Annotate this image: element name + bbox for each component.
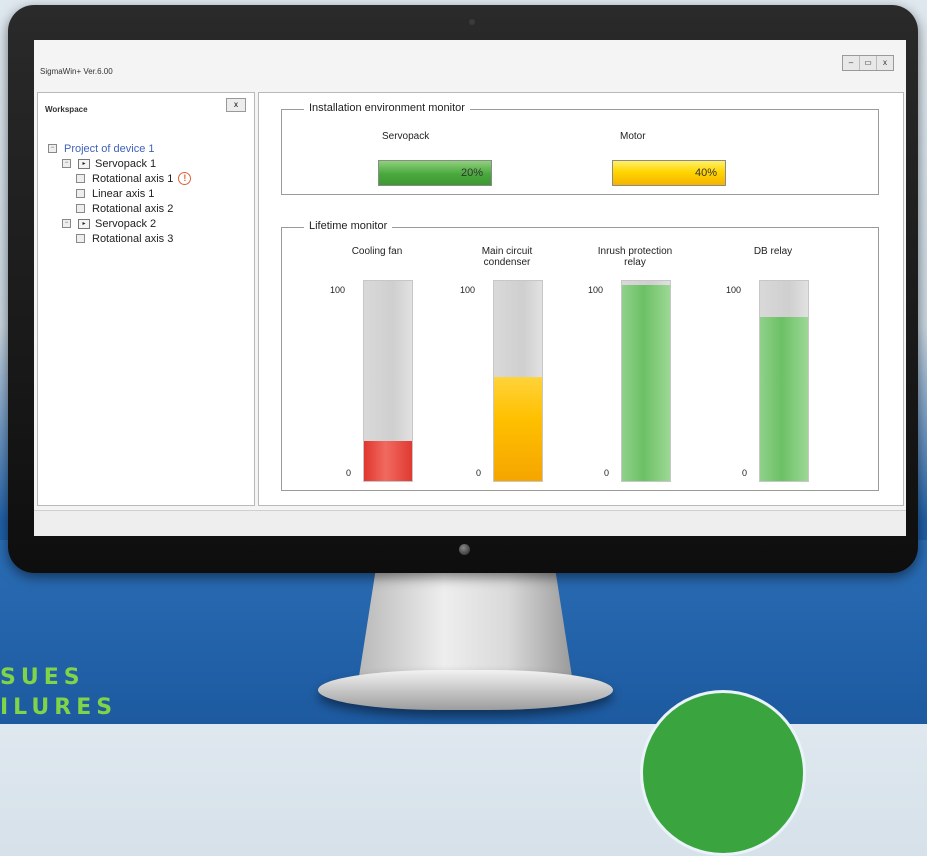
warning-icon: !	[178, 172, 192, 185]
monitor-pane: Installation environment monitor Servopa…	[258, 92, 904, 506]
servopack-icon: ▸	[78, 158, 90, 169]
tree-item-label: Project of device 1	[64, 142, 155, 155]
servopack-env-bar: 20%	[378, 160, 492, 186]
monitor-stand-neck	[358, 573, 573, 683]
tree-item-label: Servopack 1	[95, 157, 157, 170]
lifetime-monitor-title: Lifetime monitor	[304, 220, 393, 232]
tree-item[interactable]: Rotational axis 1!	[48, 171, 192, 186]
workspace-close-button[interactable]: x	[226, 98, 246, 112]
gauge-max-label: 100	[588, 285, 604, 295]
tree-item-label: Rotational axis 3	[92, 232, 174, 245]
promo-circle	[640, 690, 806, 856]
window-controls: – ▭ x	[842, 55, 894, 71]
promo-text-line2: ILURES	[0, 695, 118, 720]
title-bar: SigmaWin+ Ver.6.00 – ▭ x	[34, 40, 906, 92]
app-screen: SigmaWin+ Ver.6.00 – ▭ x Workspace x − Pr…	[34, 40, 906, 536]
env-monitor-group: Installation environment monitor Servopa…	[281, 102, 879, 195]
motor-label: Motor	[620, 131, 646, 142]
camera-icon	[469, 19, 475, 25]
close-button[interactable]: x	[877, 56, 893, 70]
gauge-fill	[364, 441, 412, 481]
gauge-min-label: 0	[476, 468, 482, 478]
workspace-panel: Workspace x − Project of device 1− ▸ Servop…	[37, 92, 255, 506]
axis-node-icon	[76, 189, 85, 198]
tree-item[interactable]: Rotational axis 2	[48, 201, 191, 216]
status-bar	[34, 510, 906, 536]
monitor-stand-base	[318, 670, 613, 710]
axis-node-icon	[76, 204, 85, 213]
gauge-fill	[622, 285, 670, 481]
axis-node-icon	[76, 174, 85, 183]
gauge-max-label: 100	[460, 285, 476, 295]
minimize-button[interactable]: –	[843, 56, 860, 70]
gauge-tube	[621, 280, 671, 482]
motor-env-bar: 40%	[612, 160, 726, 186]
motor-value: 40%	[694, 167, 717, 179]
gauge-title: Inrush protection relay	[597, 246, 673, 268]
tree-item[interactable]: Linear axis 1	[48, 186, 191, 201]
gauge-min-label: 0	[604, 468, 610, 478]
gauge-title: Main circuit condenser	[481, 246, 533, 268]
gauge-title: Cooling fan	[351, 246, 403, 257]
restore-button[interactable]: ▭	[860, 56, 877, 70]
gauge-title: DB relay	[753, 246, 793, 257]
gauge-tube	[493, 280, 543, 482]
tree-item-label: Rotational axis 1	[92, 172, 174, 185]
gauge-fill	[760, 317, 808, 481]
gauge-max-label: 100	[330, 285, 346, 295]
servopack-label: Servopack	[382, 131, 430, 142]
power-button-icon	[459, 544, 470, 555]
gauge-min-label: 0	[742, 468, 748, 478]
device-tree: − Project of device 1− ▸ Servopack 1 Rotatio…	[48, 141, 192, 246]
gauge-min-label: 0	[346, 468, 352, 478]
servopack-value: 20%	[460, 167, 483, 179]
env-monitor-title: Installation environment monitor	[304, 102, 470, 114]
tree-item[interactable]: − Project of device 1	[48, 141, 191, 156]
gauge-tube	[759, 280, 809, 482]
workspace-title: Workspace	[45, 105, 88, 114]
promo-text-line1: SUES	[0, 665, 85, 690]
tree-item[interactable]: − ▸ Servopack 2	[48, 216, 191, 231]
gauge-max-label: 100	[726, 285, 742, 295]
tree-item-label: Servopack 2	[95, 217, 157, 230]
gauge-fill	[494, 377, 542, 481]
tree-item-label: Linear axis 1	[92, 187, 155, 200]
tree-item-label: Rotational axis 2	[92, 202, 174, 215]
servopack-icon: ▸	[78, 218, 90, 229]
tree-item[interactable]: − ▸ Servopack 1	[48, 156, 191, 171]
axis-node-icon	[76, 234, 85, 243]
collapse-icon[interactable]: −	[62, 219, 71, 228]
collapse-icon[interactable]: −	[48, 144, 57, 153]
tree-item[interactable]: Rotational axis 3	[48, 231, 191, 246]
gauge-tube	[363, 280, 413, 482]
lifetime-monitor-group: Lifetime monitor Cooling fan 100 0 Main cir…	[281, 220, 879, 491]
app-title: SigmaWin+ Ver.6.00	[40, 67, 113, 76]
collapse-icon[interactable]: −	[62, 159, 71, 168]
